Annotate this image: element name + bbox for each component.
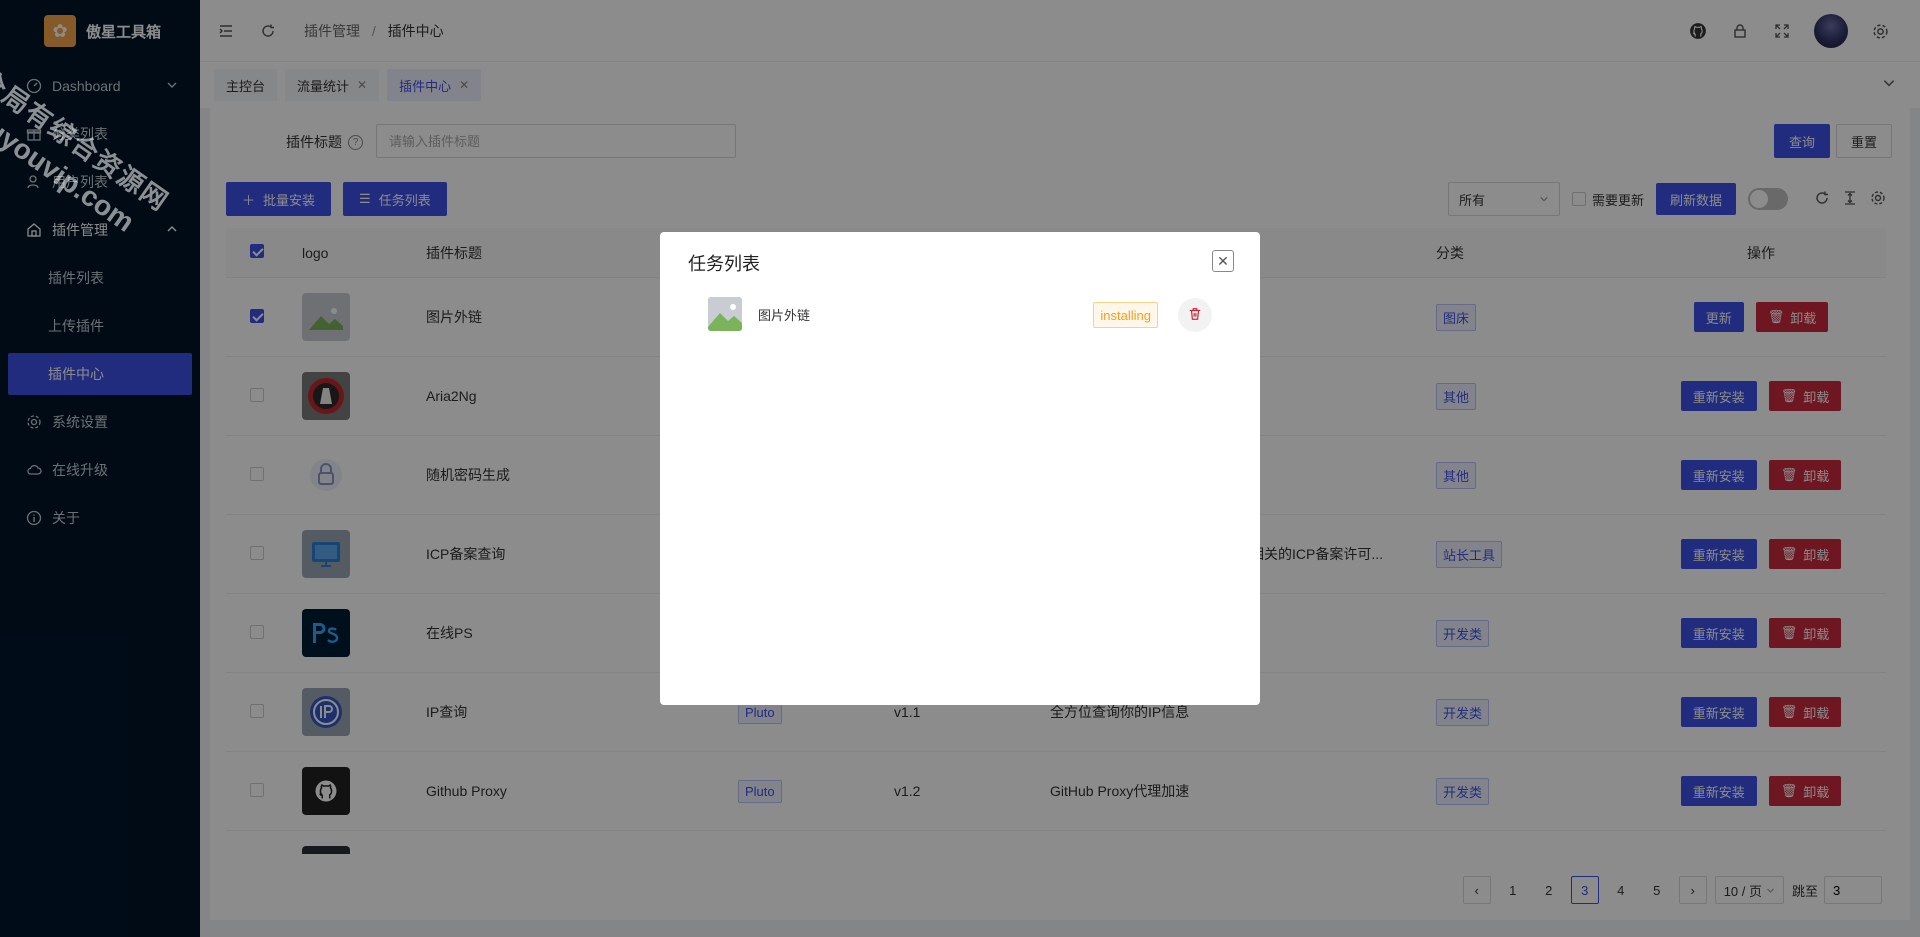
modal-title: 任务列表 bbox=[688, 254, 760, 274]
close-icon[interactable]: ✕ bbox=[1212, 250, 1234, 272]
task-status-badge: installing bbox=[1093, 302, 1158, 328]
image-icon bbox=[708, 297, 742, 331]
task-name: 图片外链 bbox=[758, 307, 811, 323]
trash-icon bbox=[1188, 307, 1202, 324]
delete-task-button[interactable] bbox=[1178, 298, 1212, 332]
task-list-modal: 任务列表 ✕ 图片外链 installing bbox=[660, 232, 1260, 705]
task-item: 图片外链 installing bbox=[708, 296, 1212, 332]
